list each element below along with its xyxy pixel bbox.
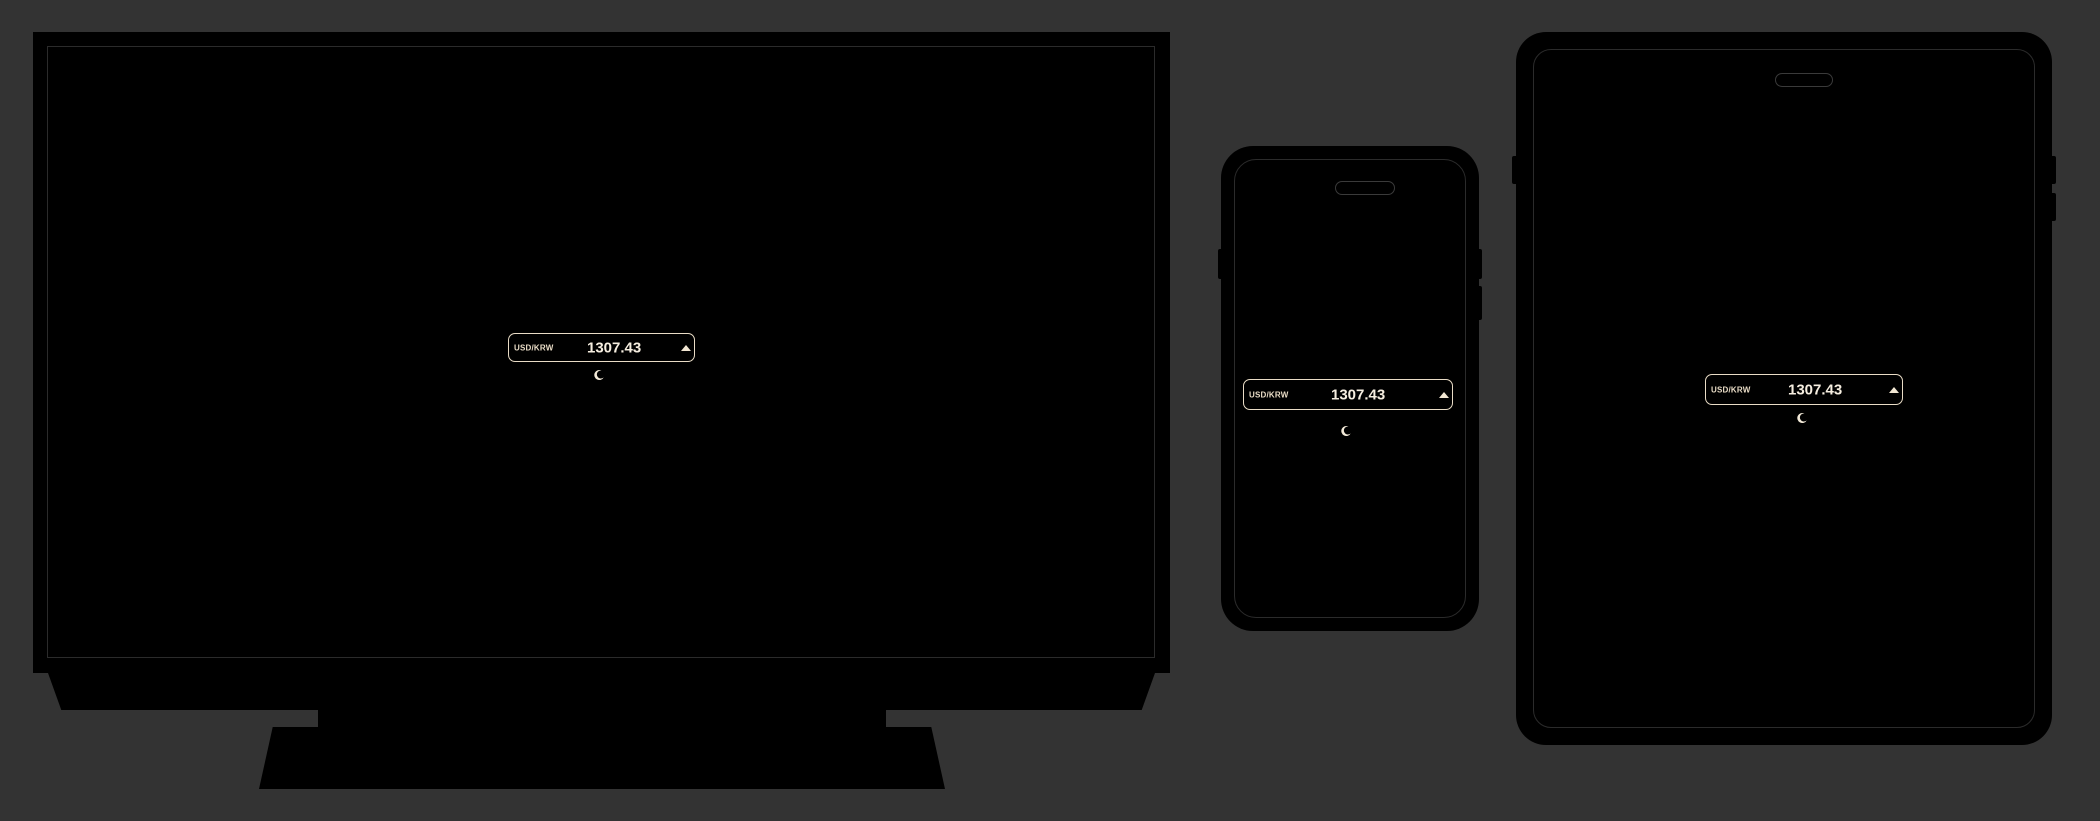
exchange-rate-value: 1307.43 xyxy=(1331,386,1386,403)
triangle-up-icon xyxy=(681,344,691,351)
phone-screen: USD/KRW 1307.43 xyxy=(1234,159,1466,618)
currency-pair-label: USD/KRW xyxy=(1711,385,1751,394)
triangle-up-icon xyxy=(1439,391,1449,398)
moon-icon[interactable] xyxy=(593,369,607,383)
monitor-chin xyxy=(48,673,1155,710)
tablet-screen: USD/KRW 1307.43 xyxy=(1533,49,2035,728)
device-preview-stage: USD/KRW 1307.43 USD/KRW 1307.43 USD/KRW … xyxy=(0,0,2100,821)
rate-widget[interactable]: USD/KRW 1307.43 xyxy=(1705,374,1903,405)
triangle-up-icon xyxy=(1889,386,1899,393)
monitor-stand-neck xyxy=(318,709,886,728)
monitor-screen: USD/KRW 1307.43 xyxy=(47,46,1155,658)
exchange-rate-value: 1307.43 xyxy=(1788,381,1843,398)
moon-icon[interactable] xyxy=(1340,425,1354,439)
tablet-device: USD/KRW 1307.43 xyxy=(1516,32,2052,745)
monitor-stand-base xyxy=(259,727,945,789)
monitor-device: USD/KRW 1307.43 xyxy=(33,32,1170,673)
phone-notch xyxy=(1335,181,1395,195)
currency-pair-label: USD/KRW xyxy=(1249,390,1289,399)
rate-widget[interactable]: USD/KRW 1307.43 xyxy=(508,333,695,362)
tablet-camera-notch xyxy=(1775,73,1833,87)
moon-icon[interactable] xyxy=(1796,412,1810,426)
currency-pair-label: USD/KRW xyxy=(514,343,554,352)
phone-device: USD/KRW 1307.43 xyxy=(1221,146,1479,631)
rate-widget[interactable]: USD/KRW 1307.43 xyxy=(1243,379,1453,410)
exchange-rate-value: 1307.43 xyxy=(587,339,642,356)
